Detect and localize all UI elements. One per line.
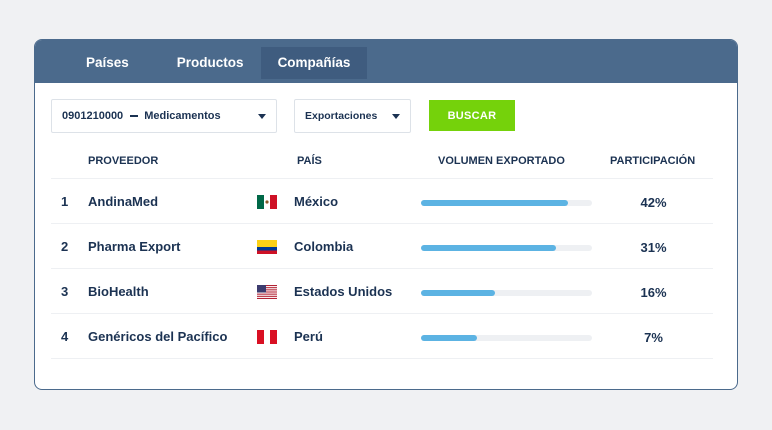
row-provider: Pharma Export	[88, 239, 181, 254]
row-country: Colombia	[294, 239, 354, 254]
usa-flag-icon	[257, 285, 277, 299]
tab-paises[interactable]: Países	[69, 47, 146, 79]
product-select[interactable]: 0901210000 Medicamentos	[51, 99, 277, 133]
search-button[interactable]: BUSCAR	[429, 100, 515, 131]
table-row[interactable]: 1 AndinaMed México 42%	[51, 178, 713, 223]
row-share: 31%	[640, 240, 667, 255]
table-row[interactable]: 2 Pharma Export Colombia 31%	[51, 223, 713, 268]
volume-bar	[421, 200, 592, 206]
table-row[interactable]: 4 Genéricos del Pacífico Perú 7%	[51, 313, 713, 358]
volume-bar	[421, 335, 592, 341]
row-provider: Genéricos del Pacífico	[88, 329, 228, 344]
flow-select[interactable]: Exportaciones	[294, 99, 411, 133]
volume-bar-fill	[421, 335, 478, 341]
chevron-down-icon	[392, 114, 400, 119]
row-share: 16%	[640, 285, 667, 300]
table-divider	[51, 358, 713, 359]
row-country: Perú	[294, 329, 323, 344]
row-rank: 3	[61, 284, 69, 299]
table-header: PROVEEDOR PAÍS VOLUMEN EXPORTADO PARTICI…	[35, 153, 737, 177]
dash-separator	[130, 115, 139, 117]
header-volume: VOLUMEN EXPORTADO	[438, 155, 565, 167]
chevron-down-icon	[258, 114, 266, 119]
volume-bar-fill	[421, 245, 557, 251]
product-name: Medicamentos	[144, 110, 221, 122]
row-country: México	[294, 194, 339, 209]
row-rank: 4	[61, 329, 69, 344]
row-rank: 1	[61, 194, 69, 209]
table-row[interactable]: 3 BioHealth Estados Unidos 16%	[51, 268, 713, 313]
tab-bar: Países Productos Compañías	[35, 40, 737, 83]
results-card: Países Productos Compañías 0901210000 Me…	[34, 39, 738, 390]
row-provider: AndinaMed	[88, 194, 159, 209]
header-provider: PROVEEDOR	[88, 155, 159, 167]
volume-bar	[421, 245, 592, 251]
row-share: 7%	[644, 330, 663, 345]
row-country: Estados Unidos	[294, 284, 393, 299]
volume-bar-fill	[421, 290, 495, 296]
product-code: 0901210000	[62, 110, 124, 122]
row-rank: 2	[61, 239, 69, 254]
header-share: PARTICIPACIÓN	[610, 155, 696, 167]
colombia-flag-icon	[257, 240, 277, 254]
volume-bar-fill	[421, 200, 569, 206]
tab-productos[interactable]: Productos	[160, 47, 261, 79]
volume-bar	[421, 290, 592, 296]
header-country: PAÍS	[297, 155, 322, 167]
row-share: 42%	[640, 195, 667, 210]
row-provider: BioHealth	[88, 284, 149, 299]
tab-companias[interactable]: Compañías	[260, 47, 368, 79]
peru-flag-icon	[257, 330, 277, 344]
flow-value: Exportaciones	[305, 110, 378, 122]
mexico-flag-icon	[257, 195, 277, 209]
